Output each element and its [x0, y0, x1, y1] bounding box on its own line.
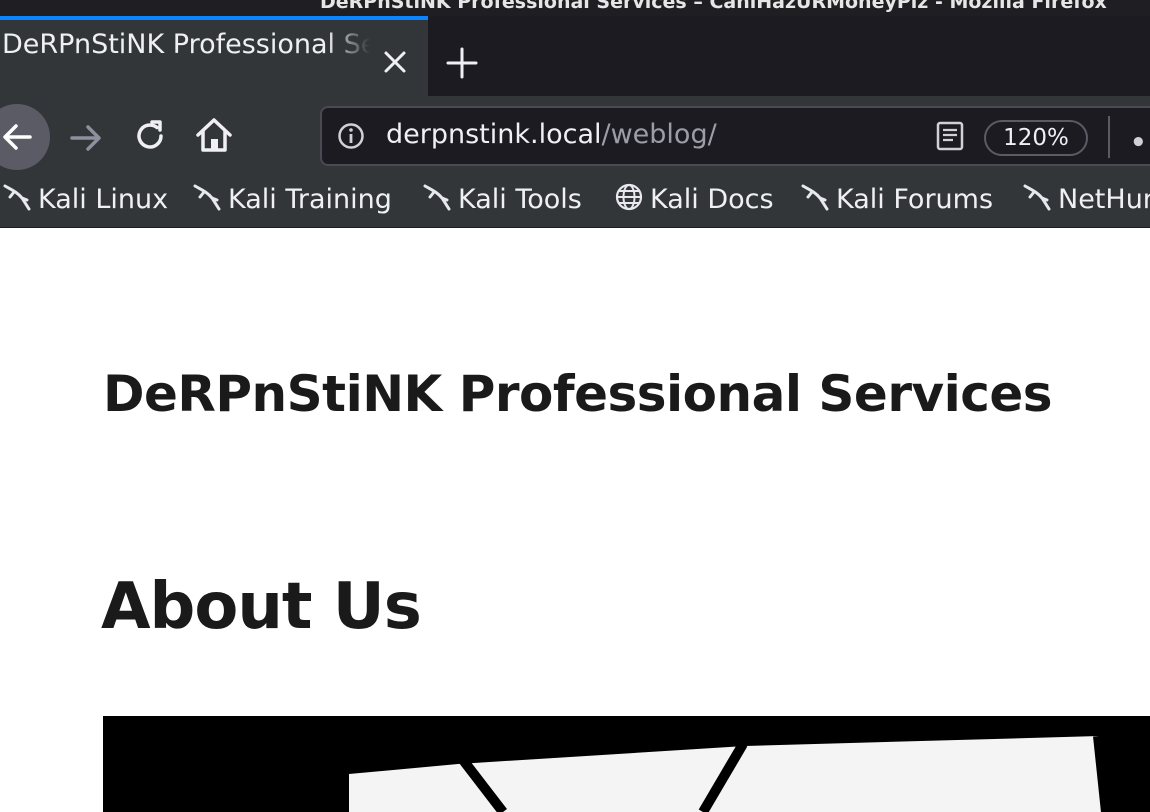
bookmark-label: Kali Linux — [38, 184, 169, 215]
bookmark-kali-linux[interactable]: Kali Linux — [2, 183, 168, 219]
forward-arrow-icon — [70, 125, 101, 151]
reload-icon — [137, 120, 163, 149]
close-tab-icon[interactable] — [381, 48, 409, 76]
url-bar-divider — [1108, 116, 1110, 158]
kali-dragon-icon — [800, 182, 830, 212]
forward-button[interactable] — [66, 118, 106, 158]
bookmark-kali-tools[interactable]: Kali Tools — [422, 183, 582, 219]
kali-dragon-icon — [2, 182, 32, 212]
url-path: /weblog/ — [601, 119, 717, 150]
zoom-level-button[interactable]: 120% — [984, 120, 1088, 156]
bookmark-label: Kali Docs — [650, 184, 774, 215]
globe-icon — [614, 182, 644, 212]
url-host: derpnstink.local — [386, 119, 602, 150]
new-tab-icon[interactable] — [444, 45, 480, 81]
featured-image — [103, 716, 1150, 812]
bookmark-kali-training[interactable]: Kali Training — [192, 183, 392, 219]
home-button[interactable] — [193, 114, 235, 156]
url-text[interactable]: derpnstink.local/weblog/ — [386, 119, 717, 150]
kali-dragon-icon — [1022, 182, 1052, 212]
bookmark-kali-docs[interactable]: Kali Docs — [614, 183, 774, 219]
kali-dragon-icon — [422, 182, 452, 212]
site-info-icon[interactable] — [336, 121, 366, 151]
reader-view-icon[interactable] — [934, 120, 966, 152]
page-heading: About Us — [101, 570, 422, 644]
bookmark-nethunter[interactable]: NetHunter — [1022, 183, 1150, 219]
page-actions-icon[interactable]: •• — [1130, 128, 1150, 158]
window-titlebar: DeRPnStiNK Professional Services – CaniH… — [0, 0, 1150, 16]
reload-button[interactable] — [130, 116, 170, 156]
kali-dragon-icon — [192, 182, 222, 212]
bookmark-label: Kali Forums — [836, 184, 994, 215]
window-title: DeRPnStiNK Professional Services – CaniH… — [320, 0, 1107, 13]
bookmark-label: Kali Tools — [458, 184, 582, 215]
tab-title[interactable]: DeRPnStiNK Professional Services – CaniH… — [2, 29, 370, 60]
bookmark-label: NetHunter — [1058, 184, 1150, 215]
bookmark-kali-forums[interactable]: Kali Forums — [800, 183, 993, 219]
back-arrow-icon — [3, 124, 32, 150]
bookmark-label: Kali Training — [228, 184, 392, 215]
site-title[interactable]: DeRPnStiNK Professional Services — [103, 365, 1053, 423]
home-icon — [196, 118, 232, 152]
